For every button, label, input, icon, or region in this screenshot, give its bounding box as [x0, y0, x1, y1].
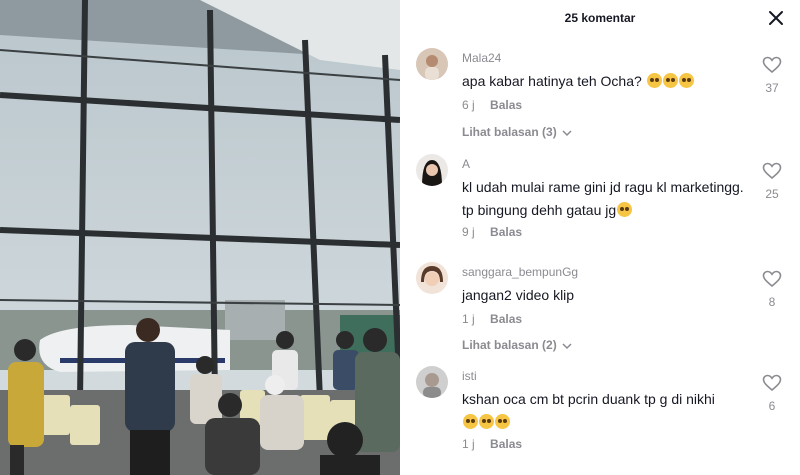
like-button[interactable]: 37 [760, 56, 784, 95]
comment-item: Mala24 apa kabar hatinya teh Ocha? 6 j B… [400, 48, 800, 148]
comment-meta: 9 j Balas [462, 225, 522, 239]
comment-time: 6 j [462, 98, 475, 112]
comment-meta: 1 j Balas [462, 437, 522, 451]
reply-button[interactable]: Balas [490, 312, 522, 326]
comment-item: A kl udah mulai rame gini jd ragu kl mar… [400, 154, 800, 249]
comment-text: apa kabar hatinya teh Ocha? [462, 70, 747, 93]
like-count: 8 [768, 295, 776, 309]
pleading-face-emoji [678, 73, 694, 88]
comments-panel: 25 komentar Mala24 apa kabar hatinya teh… [400, 0, 800, 475]
like-count: 25 [765, 187, 779, 201]
avatar[interactable] [416, 262, 448, 294]
comment-username[interactable]: A [462, 157, 470, 171]
comment-username[interactable]: sanggara_bempunGg [462, 265, 578, 279]
comment-text: kl udah mulai rame gini jd ragu kl marke… [462, 176, 747, 222]
heart-outline-icon [762, 374, 782, 392]
like-count: 37 [765, 81, 779, 95]
pleading-face-emoji [479, 414, 494, 429]
comments-header: 25 komentar [400, 0, 800, 36]
comments-count-title: 25 komentar [564, 11, 636, 25]
chevron-down-icon [562, 130, 572, 136]
comment-text-content: kl udah mulai rame gini jd ragu kl marke… [462, 179, 744, 218]
comment-item: sanggara_bempunGg jangan2 video klip 1 j… [400, 262, 800, 357]
video-photo [0, 0, 400, 475]
close-icon[interactable] [768, 10, 784, 26]
heart-outline-icon [762, 162, 782, 180]
comment-text: kshan oca cm bt pcrin duank tp g di nikh… [462, 388, 747, 434]
comment-meta: 6 j Balas [462, 98, 522, 112]
like-count: 6 [768, 399, 776, 413]
comment-time: 1 j [462, 312, 475, 326]
comment-time: 1 j [462, 437, 475, 451]
chevron-down-icon [562, 343, 572, 349]
like-button[interactable]: 8 [760, 270, 784, 309]
like-button[interactable]: 6 [760, 374, 784, 413]
view-replies-button[interactable]: Lihat balasan (3) [462, 125, 572, 139]
reply-button[interactable]: Balas [490, 225, 522, 239]
like-button[interactable]: 25 [760, 162, 784, 201]
pleading-face-emoji [463, 414, 478, 429]
avatar[interactable] [416, 154, 448, 186]
loudly-crying-face-emoji [617, 202, 633, 217]
comment-text-content: jangan2 video klip [462, 287, 575, 303]
reply-button[interactable]: Balas [490, 437, 522, 451]
heart-outline-icon [762, 56, 782, 74]
view-replies-label: Lihat balasan (2) [462, 338, 557, 352]
avatar[interactable] [416, 48, 448, 80]
view-replies-label: Lihat balasan (3) [462, 125, 557, 139]
pleading-face-emoji [495, 414, 510, 429]
comment-item: isti kshan oca cm bt pcrin duank tp g di… [400, 366, 800, 466]
view-replies-button[interactable]: Lihat balasan (2) [462, 338, 572, 352]
comment-time: 9 j [462, 225, 475, 239]
comment-username[interactable]: isti [462, 369, 477, 383]
comment-meta: 1 j Balas [462, 312, 522, 326]
pleading-face-emoji [646, 73, 662, 88]
avatar[interactable] [416, 366, 448, 398]
pleading-face-emoji [662, 73, 678, 88]
comment-text: jangan2 video klip [462, 284, 747, 307]
reply-button[interactable]: Balas [490, 98, 522, 112]
comment-text-content: apa kabar hatinya teh Ocha? [462, 73, 642, 89]
comment-username[interactable]: Mala24 [462, 51, 501, 65]
comment-text-content: kshan oca cm bt pcrin duank tp g di nikh… [462, 391, 715, 407]
heart-outline-icon [762, 270, 782, 288]
